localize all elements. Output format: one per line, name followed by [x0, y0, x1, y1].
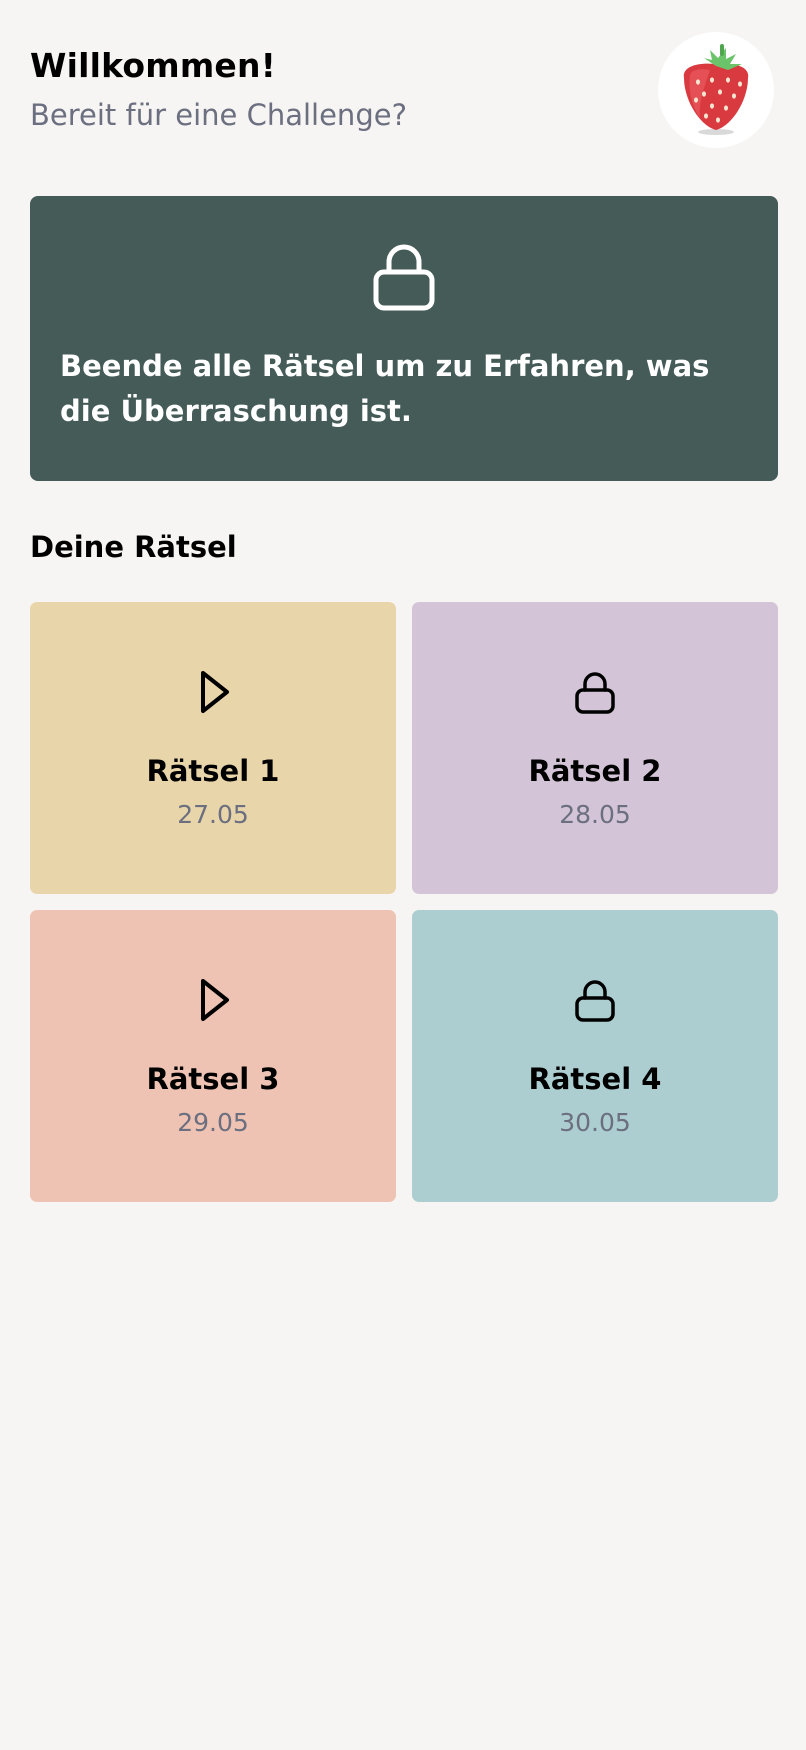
puzzle-name: Rätsel 3: [146, 1062, 280, 1096]
puzzle-date: 28.05: [559, 800, 631, 829]
play-icon: [201, 979, 229, 1021]
puzzle-tile-2[interactable]: Rätsel 2 28.05: [412, 602, 778, 894]
puzzle-name: Rätsel 1: [146, 754, 280, 788]
lock-icon: [575, 672, 615, 714]
lock-icon: [575, 980, 615, 1022]
puzzle-tile-1[interactable]: Rätsel 1 27.05: [30, 602, 396, 894]
play-icon: [201, 671, 229, 713]
puzzle-date: 29.05: [177, 1108, 249, 1137]
page-title: Willkommen!: [30, 46, 276, 85]
banner-text: Beende alle Rätsel um zu Erfahren, was d…: [60, 349, 710, 428]
lock-icon: [373, 244, 435, 311]
puzzle-grid: Rätsel 1 27.05 Rätsel 2 28.05 Rätsel 3 2…: [30, 602, 778, 1202]
strawberry-icon: [683, 44, 749, 135]
puzzle-name: Rätsel 2: [528, 754, 662, 788]
puzzle-tile-3[interactable]: Rätsel 3 29.05: [30, 910, 396, 1202]
page-subtitle: Bereit für eine Challenge?: [30, 98, 407, 132]
surprise-banner: Beende alle Rätsel um zu Erfahren, was d…: [30, 196, 778, 481]
puzzle-name: Rätsel 4: [528, 1062, 662, 1096]
puzzle-date: 30.05: [559, 1108, 631, 1137]
puzzle-date: 27.05: [177, 800, 249, 829]
puzzle-tile-4[interactable]: Rätsel 4 30.05: [412, 910, 778, 1202]
section-title: Deine Rätsel: [30, 530, 237, 564]
avatar[interactable]: [658, 32, 774, 148]
header: Willkommen! Bereit für eine Challenge?: [30, 32, 776, 162]
